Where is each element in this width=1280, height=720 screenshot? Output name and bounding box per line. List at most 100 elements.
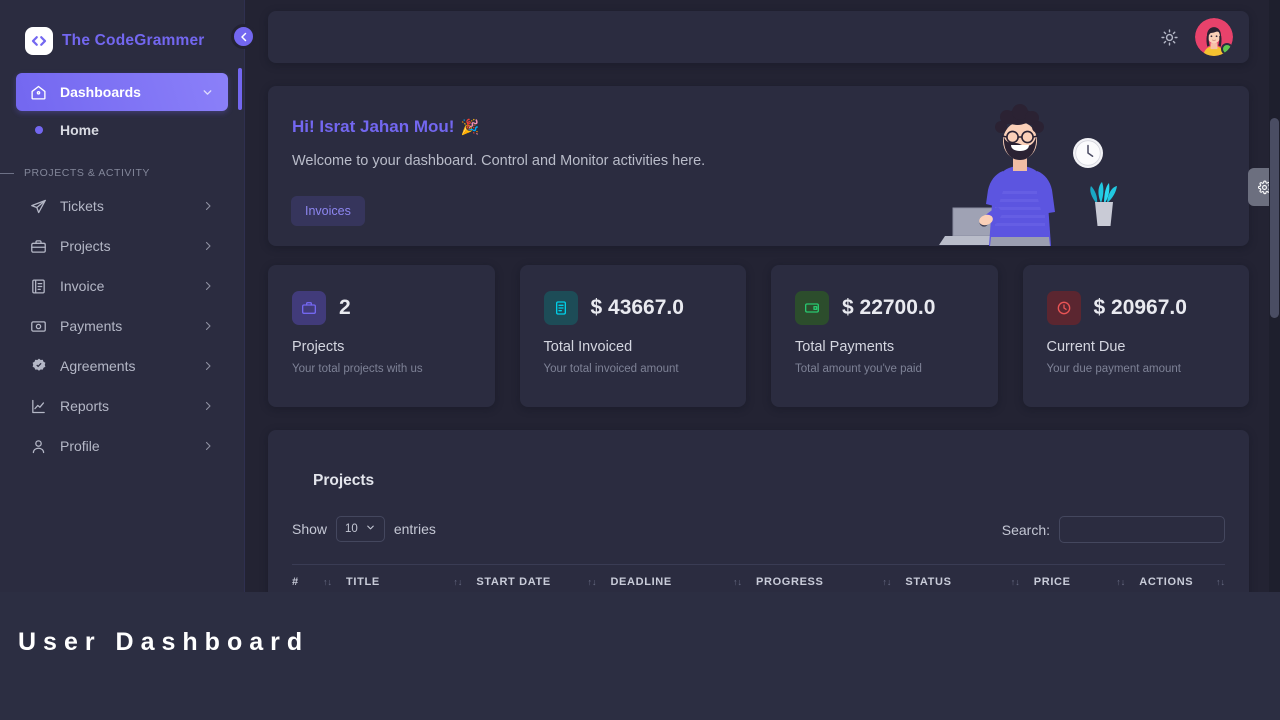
chevron-right-icon (202, 440, 214, 452)
sidebar-item-home[interactable]: Home (16, 113, 228, 147)
sort-updown-icon: ↑↓ (882, 577, 892, 587)
column-header-progress[interactable]: PROGRESS ↑↓ (756, 576, 905, 588)
screenshot-root: The CodeGrammer Dashboards Home PROJECTS… (0, 0, 1280, 720)
invoices-button[interactable]: Invoices (291, 196, 365, 226)
topbar (268, 11, 1249, 63)
welcome-subtitle: Welcome to your dashboard. Control and M… (292, 153, 706, 169)
sidebar-item-projects[interactable]: Projects (16, 227, 228, 265)
column-header-start-date[interactable]: START DATE ↑↓ (476, 576, 610, 588)
stat-card-projects: 2 Projects Your total projects with us (268, 265, 495, 407)
stat-description: Your total invoiced amount (543, 363, 679, 375)
table-controls: Show 10 entries Search: (292, 516, 1225, 550)
chevron-right-icon (202, 400, 214, 412)
chevron-right-icon (202, 240, 214, 252)
column-label: TITLE (346, 576, 380, 588)
sidebar-item-invoice[interactable]: Invoice (16, 267, 228, 305)
sidebar-item-dashboards[interactable]: Dashboards (16, 73, 228, 111)
sort-updown-icon: ↑↓ (1216, 577, 1226, 587)
caption-strip: User Dashboard (0, 592, 1280, 720)
section-dash (0, 172, 14, 174)
sidebar-item-label: Profile (60, 438, 100, 454)
sidebar-item-label: Tickets (60, 198, 104, 214)
brand[interactable]: The CodeGrammer (0, 0, 244, 60)
sidebar-scrollbar[interactable] (238, 68, 242, 110)
column-header-title[interactable]: TITLE ↑↓ (346, 576, 476, 588)
money-icon (30, 318, 52, 335)
column-label: STATUS (905, 576, 952, 588)
home-icon (30, 84, 52, 101)
column-label: # (292, 576, 299, 588)
sort-updown-icon: ↑↓ (732, 577, 742, 587)
stat-top: $ 43667.0 (520, 265, 747, 325)
sidebar-item-reports[interactable]: Reports (16, 387, 228, 425)
chevron-right-icon (202, 320, 214, 332)
man-at-laptop-illustration (939, 104, 1117, 246)
search-input[interactable] (1059, 516, 1225, 543)
user-icon (30, 438, 52, 455)
document-icon (30, 278, 52, 295)
column-header-deadline[interactable]: DEADLINE ↑↓ (610, 576, 756, 588)
column-label: PRICE (1033, 576, 1071, 588)
stat-value: $ 20967.0 (1093, 296, 1187, 319)
chevron-down-icon (365, 522, 376, 536)
stat-value: $ 22700.0 (842, 296, 936, 319)
browser-viewport: The CodeGrammer Dashboards Home PROJECTS… (0, 0, 1280, 592)
dot-icon (35, 126, 43, 134)
stat-label: Total Invoiced (543, 339, 633, 355)
sun-icon[interactable] (1160, 28, 1179, 47)
sidebar-item-label: Agreements (60, 358, 136, 374)
welcome-card: Hi! Israt Jahan Mou! 🎉 Welcome to your da… (268, 86, 1249, 246)
sidebar-item-label: Projects (60, 238, 111, 254)
sort-updown-icon: ↑↓ (323, 577, 333, 587)
sidebar-subitem-label: Home (60, 122, 99, 138)
stat-description: Total amount you've paid (795, 363, 922, 375)
briefcase-icon (30, 238, 52, 255)
stat-top: $ 22700.0 (771, 265, 998, 325)
welcome-greeting-text: Hi! Israt Jahan Mou! (292, 117, 455, 136)
caption-title: User Dashboard (18, 628, 310, 656)
sidebar-item-tickets[interactable]: Tickets (16, 187, 228, 225)
stat-card-current-due: $ 20967.0 Current Due Your due payment a… (1022, 265, 1250, 407)
stat-cards: 2 Projects Your total projects with us $… (268, 265, 1249, 407)
code-brackets-icon (25, 27, 53, 55)
sidebar-item-label: Payments (60, 318, 123, 334)
sidebar-item-label: Invoice (60, 278, 105, 294)
sidebar-nav: Dashboards Home PROJECTS & ACTIVITY Tick… (0, 73, 244, 465)
status-badge (1221, 43, 1233, 55)
stat-label: Total Payments (795, 339, 895, 355)
sort-updown-icon: ↑↓ (1116, 577, 1126, 587)
chevron-right-icon (202, 360, 214, 372)
chevron-down-icon (201, 86, 214, 99)
projects-title: Projects (313, 472, 375, 489)
stat-value: 2 (339, 296, 351, 319)
column-header-price[interactable]: PRICE ↑↓ (1034, 576, 1140, 588)
main-scrollbar-thumb[interactable] (1270, 118, 1279, 318)
sidebar-item-profile[interactable]: Profile (16, 427, 228, 465)
search-label: Search: (1001, 521, 1050, 538)
chart-line-icon (30, 398, 52, 415)
avatar[interactable] (1195, 18, 1233, 56)
invoice-icon (543, 291, 578, 325)
sidebar-item-agreements[interactable]: Agreements (16, 347, 228, 385)
entries-select[interactable]: 10 (336, 516, 385, 542)
main-scrollbar-track[interactable] (1269, 0, 1280, 592)
column-header-number[interactable]: # ↑↓ (292, 576, 346, 588)
welcome-greeting: Hi! Israt Jahan Mou! 🎉 (292, 117, 479, 137)
sidebar-item-payments[interactable]: Payments (16, 307, 228, 345)
stat-description: Your due payment amount (1046, 363, 1181, 375)
entries-label: entries (393, 521, 436, 537)
sidebar-item-label: Reports (60, 398, 110, 414)
table-header-row: # ↑↓ TITLE ↑↓ START DATE ↑↓ DEADLINE ↑↓ (292, 564, 1225, 592)
column-label: PROGRESS (755, 576, 824, 588)
chevron-right-icon (202, 200, 214, 212)
stat-card-total-invoiced: $ 43667.0 Total Invoiced Your total invo… (519, 265, 747, 407)
sidebar-item-label: Dashboards (60, 84, 141, 100)
stat-top: $ 20967.0 (1023, 265, 1250, 325)
party-popper-icon: 🎉 (460, 119, 480, 136)
paper-plane-icon (30, 198, 52, 215)
column-header-actions[interactable]: ACTIONS ↑↓ (1139, 576, 1225, 588)
sidebar: The CodeGrammer Dashboards Home PROJECTS… (0, 0, 256, 592)
check-badge-icon (30, 357, 52, 375)
column-header-status[interactable]: STATUS ↑↓ (905, 576, 1033, 588)
projects-table-card: Projects Show 10 entries Search: # ↑↓ TI… (268, 430, 1249, 592)
